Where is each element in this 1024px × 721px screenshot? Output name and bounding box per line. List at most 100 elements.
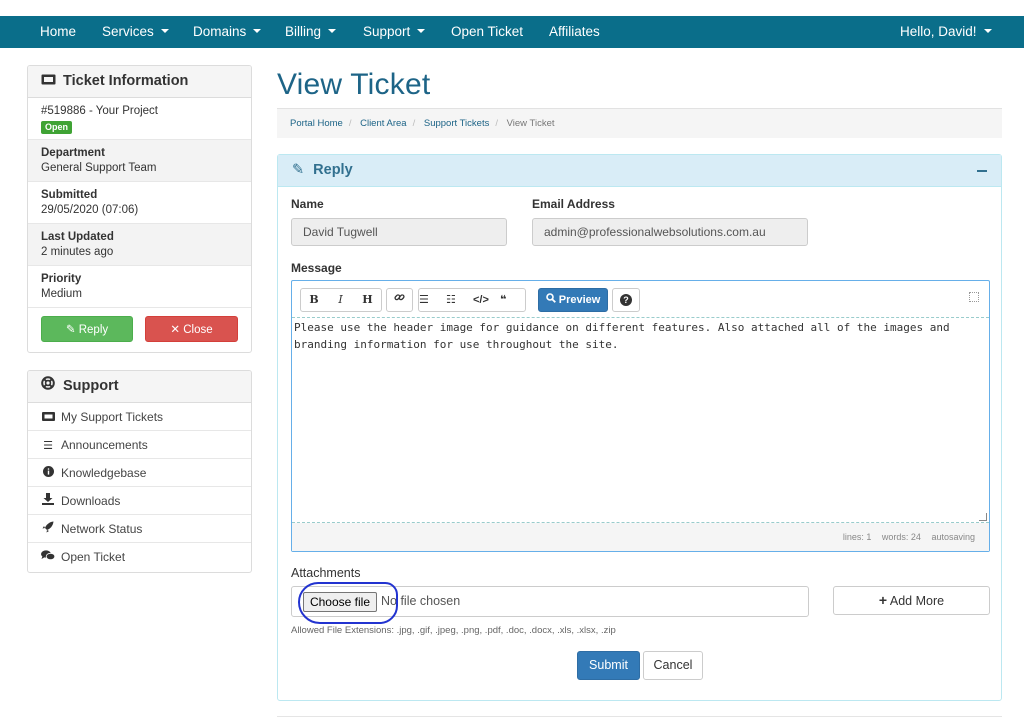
top-navbar: Home Services Domains Billing Support Op… [0, 16, 1024, 48]
block-button-group: ☰ ☷ </> ❝ [418, 288, 526, 312]
sidebar-item-label: Open Ticket [61, 550, 126, 564]
sidebar-item-downloads[interactable]: Downloads [28, 487, 251, 515]
question-icon: ? [620, 294, 632, 306]
list-ul-icon: ☰ [419, 294, 429, 306]
name-label: Name [291, 197, 324, 211]
cancel-button[interactable]: Cancel [643, 651, 703, 680]
sidebar-item-open-ticket[interactable]: Open Ticket [28, 543, 251, 571]
resize-handle[interactable] [979, 513, 987, 521]
ticket-actions: ✎ Reply ✕ Close [28, 308, 251, 352]
nav-services[interactable]: Services [102, 16, 169, 48]
code-icon: </> [473, 294, 489, 306]
last-updated-label: Last Updated [41, 231, 114, 243]
preview-label: Preview [558, 294, 601, 306]
ticket-ref: #519886 - Your Project [41, 105, 159, 117]
breadcrumb: Portal Home / Client Area / Support Ticket… [277, 108, 1002, 138]
nav-services-label: Services [102, 24, 154, 39]
breadcrumb-current: View Ticket [506, 118, 555, 129]
nav-user-menu[interactable]: Hello, David! [900, 16, 992, 48]
caret-down-icon [160, 29, 169, 34]
sidebar-item-label: My Support Tickets [61, 410, 164, 424]
breadcrumb-support-tickets[interactable]: Support Tickets [424, 118, 489, 129]
caret-down-icon [417, 29, 426, 34]
nav-open-ticket[interactable]: Open Ticket [451, 16, 523, 48]
sidebar-item-network-status[interactable]: Network Status [28, 515, 251, 543]
last-updated-row: Last Updated 2 minutes ago [28, 224, 251, 266]
close-ticket-button[interactable]: ✕ Close [145, 316, 238, 342]
nav-support[interactable]: Support [363, 16, 426, 48]
fullscreen-icon[interactable] [969, 292, 979, 302]
support-header: Support [28, 371, 251, 403]
sidebar-item-label: Knowledgebase [61, 466, 147, 480]
link-icon [394, 294, 405, 306]
page-title: View Ticket [277, 68, 431, 101]
ordered-list-button[interactable]: ☷ [446, 289, 473, 311]
attachments-label: Attachments [291, 566, 361, 580]
caret-down-icon [253, 29, 262, 34]
list-icon: ☰ [43, 440, 53, 452]
sidebar-item-announcements[interactable]: ☰ Announcements [28, 431, 251, 459]
submitted-value: 29/05/2020 (07:06) [41, 204, 139, 216]
add-more-button[interactable]: + Add More [833, 586, 990, 615]
nav-domains-label: Domains [193, 24, 247, 39]
message-label: Message [291, 261, 342, 275]
sidebar-item-my-support-tickets[interactable]: My Support Tickets [28, 403, 251, 431]
heading-button[interactable]: H [354, 289, 381, 311]
plus-icon: + [878, 592, 888, 608]
editor-toolbar: B I H ☰ ☷ </> ❝ Preview ? [292, 281, 989, 318]
ticket-info-header: Ticket Information [28, 66, 251, 98]
collapse-icon[interactable] [977, 170, 987, 172]
rocket-icon [41, 516, 55, 544]
reply-header[interactable]: ✎ Reply [278, 155, 1001, 187]
bold-button[interactable]: B [301, 289, 327, 311]
quote-icon: ❝ [500, 294, 507, 306]
support-title: Support [63, 378, 119, 394]
submitted-label: Submitted [41, 189, 98, 201]
italic-button[interactable]: I [327, 289, 354, 311]
sidebar-item-knowledgebase[interactable]: Knowledgebase [28, 459, 251, 487]
link-button[interactable] [386, 288, 413, 312]
sidebar-item-label: Announcements [61, 438, 148, 452]
breadcrumb-client-area[interactable]: Client Area [360, 118, 406, 129]
reply-panel: ✎ Reply Name David Tugwell Email Address … [277, 154, 1002, 701]
nav-affiliates[interactable]: Affiliates [549, 16, 600, 48]
submit-button[interactable]: Submit [577, 651, 640, 680]
autosave-status: autosaving [931, 532, 975, 542]
pencil-icon: ✎ [292, 162, 305, 178]
sidebar-item-label: Downloads [61, 494, 121, 508]
unordered-list-button[interactable]: ☰ [419, 289, 446, 311]
department-row: Department General Support Team [28, 140, 251, 182]
nav-home[interactable]: Home [40, 16, 76, 48]
nav-support-label: Support [363, 24, 411, 39]
name-field: David Tugwell [291, 218, 507, 246]
department-label: Department [41, 147, 105, 159]
reply-title: Reply [313, 162, 353, 178]
help-button[interactable]: ? [612, 288, 640, 312]
annotation-circle [298, 582, 398, 624]
sidebar-item-label: Network Status [61, 522, 143, 536]
add-more-label: Add More [889, 594, 945, 608]
ticket-info-title: Ticket Information [63, 73, 189, 89]
last-updated-value: 2 minutes ago [41, 246, 114, 258]
reply-button-label: Reply [78, 324, 109, 336]
quote-button[interactable]: ❝ [500, 289, 525, 311]
department-value: General Support Team [41, 162, 157, 174]
breadcrumb-portal-home[interactable]: Portal Home [290, 118, 343, 129]
nav-domains[interactable]: Domains [193, 16, 262, 48]
email-field: admin@professionalwebsolutions.com.au [532, 218, 808, 246]
allowed-extensions: Allowed File Extensions: .jpg, .gif, .jp… [291, 625, 616, 636]
ticket-ref-row: #519886 - Your Project Open [28, 98, 251, 140]
close-button-label: Close [183, 324, 213, 336]
preview-button[interactable]: Preview [538, 288, 608, 312]
message-textarea[interactable]: Please use the header image for guidance… [292, 319, 989, 523]
message-editor: B I H ☰ ☷ </> ❝ Preview ? Please use the… [291, 280, 990, 552]
reply-button[interactable]: ✎ Reply [41, 316, 133, 342]
ticket-icon [41, 404, 55, 432]
nav-billing[interactable]: Billing [285, 16, 337, 48]
editor-status-bar: lines: 1 words: 24 autosaving [292, 523, 989, 551]
close-icon: ✕ [170, 324, 181, 336]
code-button[interactable]: </> [473, 289, 500, 311]
priority-label: Priority [41, 273, 82, 285]
word-count: words: 24 [881, 532, 921, 542]
submitted-row: Submitted 29/05/2020 (07:06) [28, 182, 251, 224]
